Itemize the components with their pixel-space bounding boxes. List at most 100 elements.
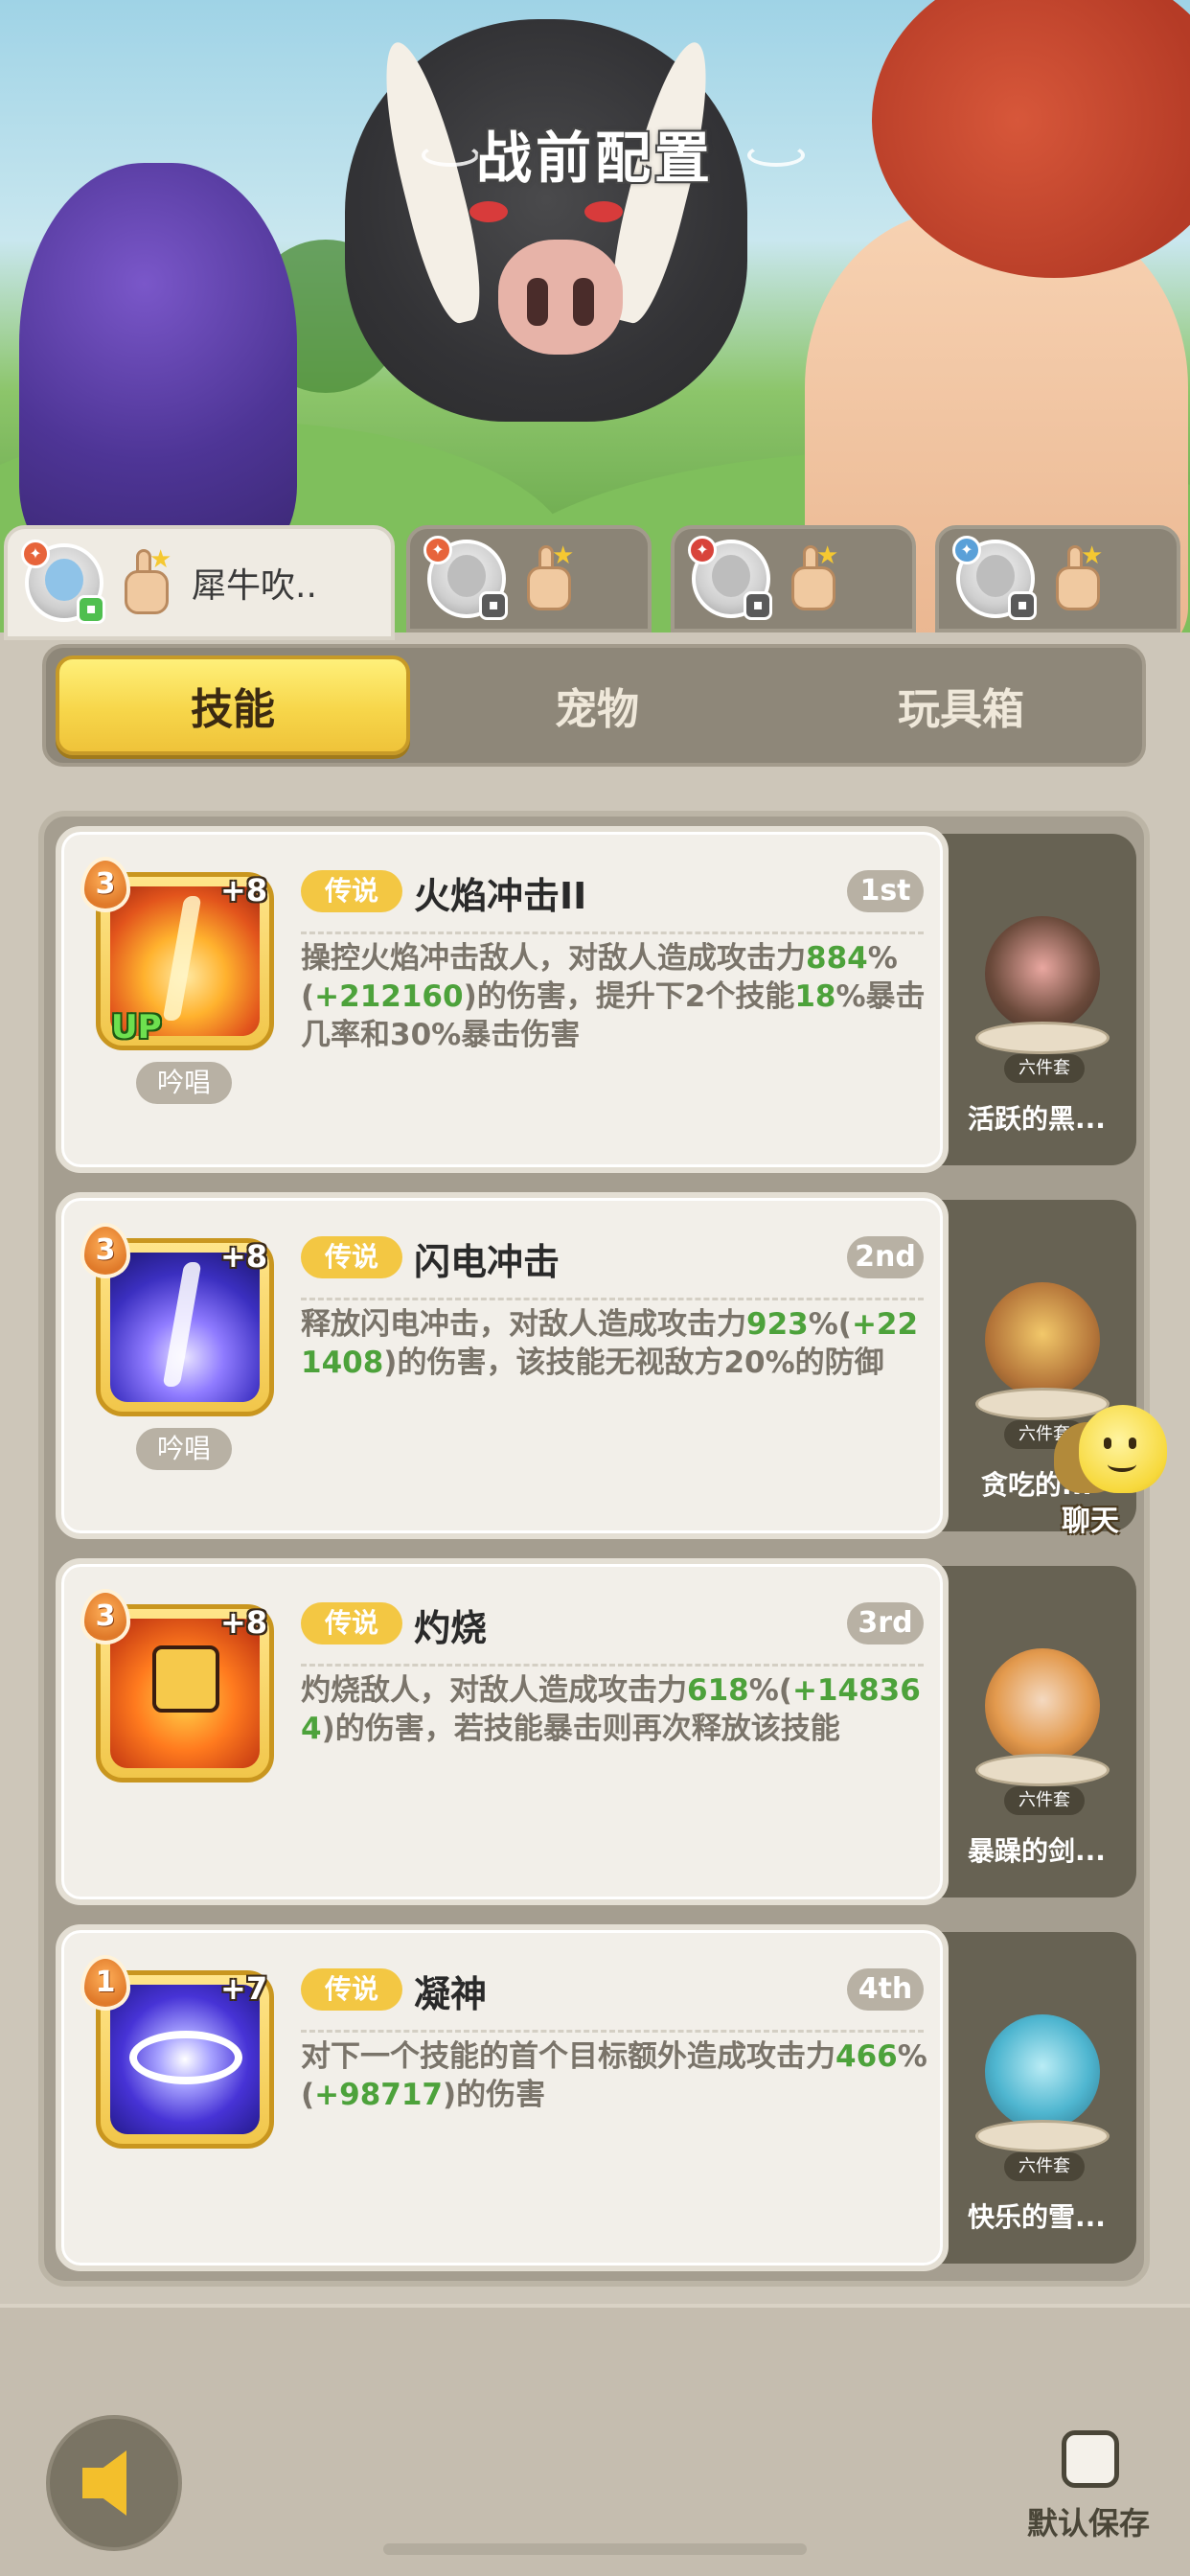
skill-card[interactable]: 1 +7 传说 凝神 4th 对下一个技能的首个目标额外造成攻击力466%(+9… [56, 1924, 949, 2271]
skill-description: 灼烧敌人，对敌人造成攻击力618%(+148364)的伤害，若技能暴击则再次释放… [301, 1671, 931, 1748]
ready-badge-icon: ▪ [77, 595, 105, 624]
rank-tag: 3rd [847, 1602, 924, 1644]
boar-snout [498, 240, 623, 355]
skill-name: 闪电冲击 [414, 1241, 561, 1283]
rank-tag: 4th [847, 1968, 924, 2011]
pet-figure [985, 1648, 1100, 1763]
player-tabs: ✦ ▪ ★ 犀牛吹.. ✦ ▪ ★ ✦ ▪ ★ ✦ ▪ ★ [0, 525, 1190, 640]
skill-row[interactable]: 六件套 活跃的黑... 3 +8 UP 吟唱 传说 火焰冲击II 1st 操控火… [56, 826, 1136, 1173]
description-text: %( [808, 1307, 852, 1342]
boar-eye [584, 201, 623, 222]
skill-level-badge: 1 [80, 1955, 130, 2011]
element-badge-icon: ✦ [688, 536, 717, 564]
default-save-label: 默认保存 [1027, 2505, 1151, 2542]
tap-hand-icon: ★ [1046, 541, 1108, 612]
burning-figure [152, 1645, 219, 1713]
skill-level-badge: 3 [80, 1223, 130, 1278]
tab-toybox[interactable]: 玩具箱 [784, 656, 1138, 755]
pet-name: 快乐的雪... [968, 2201, 1106, 2233]
chant-tag: 吟唱 [136, 1428, 232, 1470]
tap-hand-icon: ★ [517, 541, 579, 612]
chant-tag: 吟唱 [136, 1062, 232, 1104]
player-tab-4[interactable]: ✦ ▪ ★ [935, 525, 1180, 632]
skill-list: 六件套 活跃的黑... 3 +8 UP 吟唱 传说 火焰冲击II 1st 操控火… [38, 811, 1150, 2287]
tab-pets[interactable]: 宠物 [420, 656, 774, 755]
skill-card[interactable]: 3 +8 UP 吟唱 传说 火焰冲击II 1st 操控火焰冲击敌人，对敌人造成攻… [56, 826, 949, 1173]
boar-boss [345, 19, 747, 422]
enhance-level: +7 [220, 1970, 268, 2007]
pet-figure [985, 1282, 1100, 1397]
up-badge: UP [111, 1008, 162, 1046]
skill-row[interactable]: 六件套 贪吃的... 3 +8 吟唱 传说 闪电冲击 2nd 释放闪电冲击，对敌… [56, 1192, 1136, 1539]
back-arrow-icon [82, 2450, 126, 2516]
description-text: 释放闪电冲击，对敌人造成攻击力 [301, 1307, 746, 1342]
chat-mascot-icon [1079, 1405, 1167, 1493]
enhance-level: +8 [220, 1604, 268, 1641]
pet-pedestal [975, 2120, 1110, 2152]
pet-figure [985, 2014, 1100, 2129]
description-text: 灼烧敌人，对敌人造成攻击力 [301, 1673, 687, 1708]
skill-card[interactable]: 3 +8 吟唱 传说 闪电冲击 2nd 释放闪电冲击，对敌人造成攻击力923%(… [56, 1192, 949, 1539]
description-text: )的伤害 [443, 2078, 546, 2112]
player-tab-2[interactable]: ✦ ▪ ★ [406, 525, 652, 632]
tap-hand-icon: ★ [115, 545, 176, 616]
description-text: %( [748, 1673, 792, 1708]
status-badge-icon: ▪ [744, 591, 772, 620]
home-indicator[interactable] [383, 2543, 807, 2555]
divider [301, 1664, 924, 1667]
skill-name: 火焰冲击II [414, 875, 587, 917]
status-badge-icon: ▪ [479, 591, 508, 620]
pet-slot[interactable]: 六件套 暴躁的剑... [937, 1566, 1136, 1898]
divider [301, 1298, 924, 1300]
rank-tag: 1st [847, 870, 924, 912]
skill-description: 释放闪电冲击，对敌人造成攻击力923%(+221408)的伤害，该技能无视敌方2… [301, 1305, 931, 1382]
player-tab-1[interactable]: ✦ ▪ ★ 犀牛吹.. [4, 525, 395, 640]
pet-name: 暴躁的剑... [968, 1835, 1106, 1867]
description-text: 对下一个技能的首个目标额外造成攻击力 [301, 2039, 835, 2074]
highlight-value: +98717 [314, 2078, 443, 2112]
tab-skills[interactable]: 技能 [56, 656, 410, 755]
lightning-bolt [162, 1262, 202, 1387]
set-tag: 六件套 [1004, 2152, 1085, 2181]
pet-slot[interactable]: 六件套 活跃的黑... [937, 834, 1136, 1165]
chat-label: 聊天 [1062, 1505, 1119, 1538]
set-tag: 六件套 [1004, 1786, 1085, 1815]
back-button[interactable] [46, 2415, 182, 2551]
tap-hand-icon: ★ [782, 541, 843, 612]
skill-row[interactable]: 六件套 暴躁的剑... 3 +8 传说 灼烧 3rd 灼烧敌人，对敌人造成攻击力… [56, 1558, 1136, 1905]
pet-figure [985, 916, 1100, 1031]
rarity-tag: 传说 [301, 1236, 402, 1278]
skill-row[interactable]: 六件套 快乐的雪... 1 +7 传说 凝神 4th 对下一个技能的首个目标额外… [56, 1924, 1136, 2271]
highlight-value: 18 [794, 979, 836, 1014]
player-avatar: ✦ ▪ [688, 536, 772, 620]
default-save-checkbox[interactable] [1062, 2430, 1119, 2488]
flame-streak [162, 896, 202, 1021]
enhance-level: +8 [220, 872, 268, 908]
set-tag: 六件套 [1004, 1054, 1085, 1083]
rarity-tag: 传说 [301, 1968, 402, 2011]
player-avatar: ✦ ▪ [423, 536, 508, 620]
description-text: )的伤害，该技能无视敌方20%的防御 [383, 1346, 884, 1380]
skill-description: 操控火焰冲击敌人，对敌人造成攻击力884%(+212160)的伤害，提升下2个技… [301, 939, 931, 1054]
description-text: 操控火焰冲击敌人，对敌人造成攻击力 [301, 941, 806, 976]
rank-tag: 2nd [847, 1236, 924, 1278]
element-badge-icon: ✦ [952, 536, 981, 564]
highlight-value: 923 [746, 1307, 809, 1342]
description-text: )的伤害，提升下2个技能 [463, 979, 795, 1014]
avatar-head [45, 559, 83, 601]
enhance-level: +8 [220, 1238, 268, 1275]
skill-card[interactable]: 3 +8 传说 灼烧 3rd 灼烧敌人，对敌人造成攻击力618%(+148364… [56, 1558, 949, 1905]
chat-button[interactable]: 聊天 [1054, 1405, 1169, 1538]
pet-slot[interactable]: 六件套 快乐的雪... [937, 1932, 1136, 2264]
player-name: 犀牛吹.. [192, 566, 317, 606]
burn-art [110, 1619, 260, 1768]
player-tab-3[interactable]: ✦ ▪ ★ [671, 525, 916, 632]
bottom-bar: 默认保存 [0, 2304, 1190, 2576]
highlight-value: 618 [687, 1673, 749, 1708]
rarity-tag: 传说 [301, 1602, 402, 1644]
avatar-head [712, 555, 750, 597]
highlight-value: +212160 [314, 979, 464, 1014]
boar-eye [469, 201, 508, 222]
divider [301, 2030, 924, 2033]
pet-pedestal [975, 1022, 1110, 1054]
